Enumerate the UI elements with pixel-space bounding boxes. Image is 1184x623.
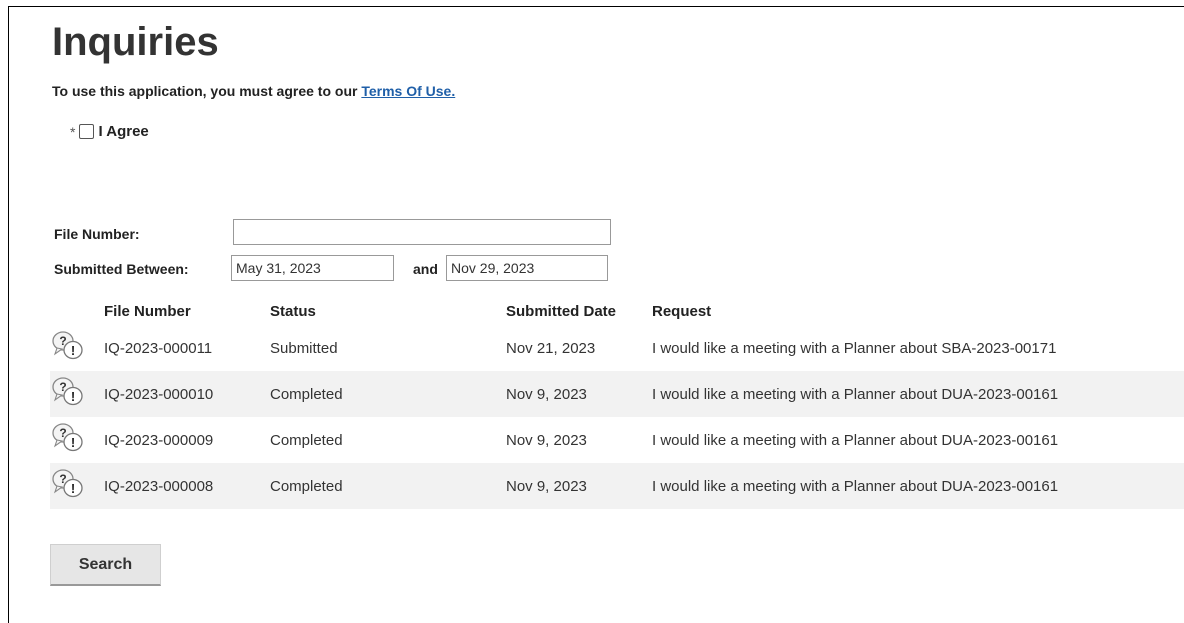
row-status: Submitted xyxy=(270,339,338,357)
row-submitted-date: Nov 21, 2023 xyxy=(506,339,596,357)
row-icon-cell: ? ! xyxy=(50,371,98,417)
row-request: I would like a meeting with a Planner ab… xyxy=(646,371,1184,417)
file-number-input[interactable] xyxy=(233,219,611,245)
svg-text:!: ! xyxy=(71,481,75,496)
svg-text:!: ! xyxy=(71,435,75,450)
end-date-input[interactable] xyxy=(446,255,608,281)
terms-notice: To use this application, you must agree … xyxy=(52,83,455,99)
agree-row: * I Agree xyxy=(70,123,149,140)
row-file-number[interactable]: IQ-2023-000010 xyxy=(98,371,264,417)
table-header-row: File Number Status Submitted Date Reques… xyxy=(50,297,1184,325)
row-status: Completed xyxy=(270,431,343,449)
row-file-number[interactable]: IQ-2023-000011 xyxy=(98,325,264,371)
table-row[interactable]: ? ! IQ-2023-000009 Completed Nov 9, 2023… xyxy=(50,417,1184,463)
search-button[interactable]: Search xyxy=(50,544,161,586)
svg-text:!: ! xyxy=(71,343,75,358)
row-icon-cell: ? ! xyxy=(50,463,98,509)
results-table: File Number Status Submitted Date Reques… xyxy=(50,297,1184,509)
and-label: and xyxy=(413,261,438,277)
inquiry-speech-bubble-icon[interactable]: ? ! xyxy=(50,330,86,362)
row-request: I would like a meeting with a Planner ab… xyxy=(646,463,1184,509)
header-request[interactable]: Request xyxy=(646,297,1184,325)
row-request: I would like a meeting with a Planner ab… xyxy=(652,431,1059,449)
header-icon-column xyxy=(50,297,98,325)
header-status[interactable]: Status xyxy=(264,297,500,325)
table-row[interactable]: ? ! IQ-2023-000010 Completed Nov 9, 2023… xyxy=(50,371,1184,417)
row-status: Completed xyxy=(264,371,500,417)
row-status: Completed xyxy=(264,463,500,509)
agree-label: I Agree xyxy=(98,123,149,140)
terms-of-use-link[interactable]: Terms Of Use. xyxy=(361,83,455,99)
row-file-number[interactable]: IQ-2023-000008 xyxy=(98,463,264,509)
start-date-input[interactable] xyxy=(231,255,394,281)
table-row[interactable]: ? ! IQ-2023-000008 Completed Nov 9, 2023… xyxy=(50,463,1184,509)
page-title: Inquiries xyxy=(52,20,219,64)
svg-text:!: ! xyxy=(71,389,75,404)
file-number-label: File Number: xyxy=(54,226,140,242)
row-icon-cell: ? ! xyxy=(50,417,98,463)
table-row[interactable]: ? ! IQ-2023-000011 Submitted Nov 21, 202… xyxy=(50,325,1184,371)
row-submitted-date: Nov 9, 2023 xyxy=(500,463,646,509)
agree-checkbox[interactable] xyxy=(79,124,95,139)
header-submitted-date[interactable]: Submitted Date xyxy=(500,297,646,325)
row-request: I would like a meeting with a Planner ab… xyxy=(652,339,1057,357)
inquiry-speech-bubble-icon[interactable]: ? ! xyxy=(50,468,86,500)
row-icon-cell: ? ! xyxy=(50,325,98,371)
inquiry-speech-bubble-icon[interactable]: ? ! xyxy=(50,422,86,454)
required-mark: * xyxy=(70,123,76,140)
row-file-number[interactable]: IQ-2023-000009 xyxy=(98,417,264,463)
header-file-number[interactable]: File Number xyxy=(98,297,264,325)
inquiry-speech-bubble-icon[interactable]: ? ! xyxy=(50,376,86,408)
row-submitted-date: Nov 9, 2023 xyxy=(506,431,587,449)
row-submitted-date: Nov 9, 2023 xyxy=(500,371,646,417)
terms-text: To use this application, you must agree … xyxy=(52,83,362,99)
submitted-between-label: Submitted Between: xyxy=(54,261,189,277)
